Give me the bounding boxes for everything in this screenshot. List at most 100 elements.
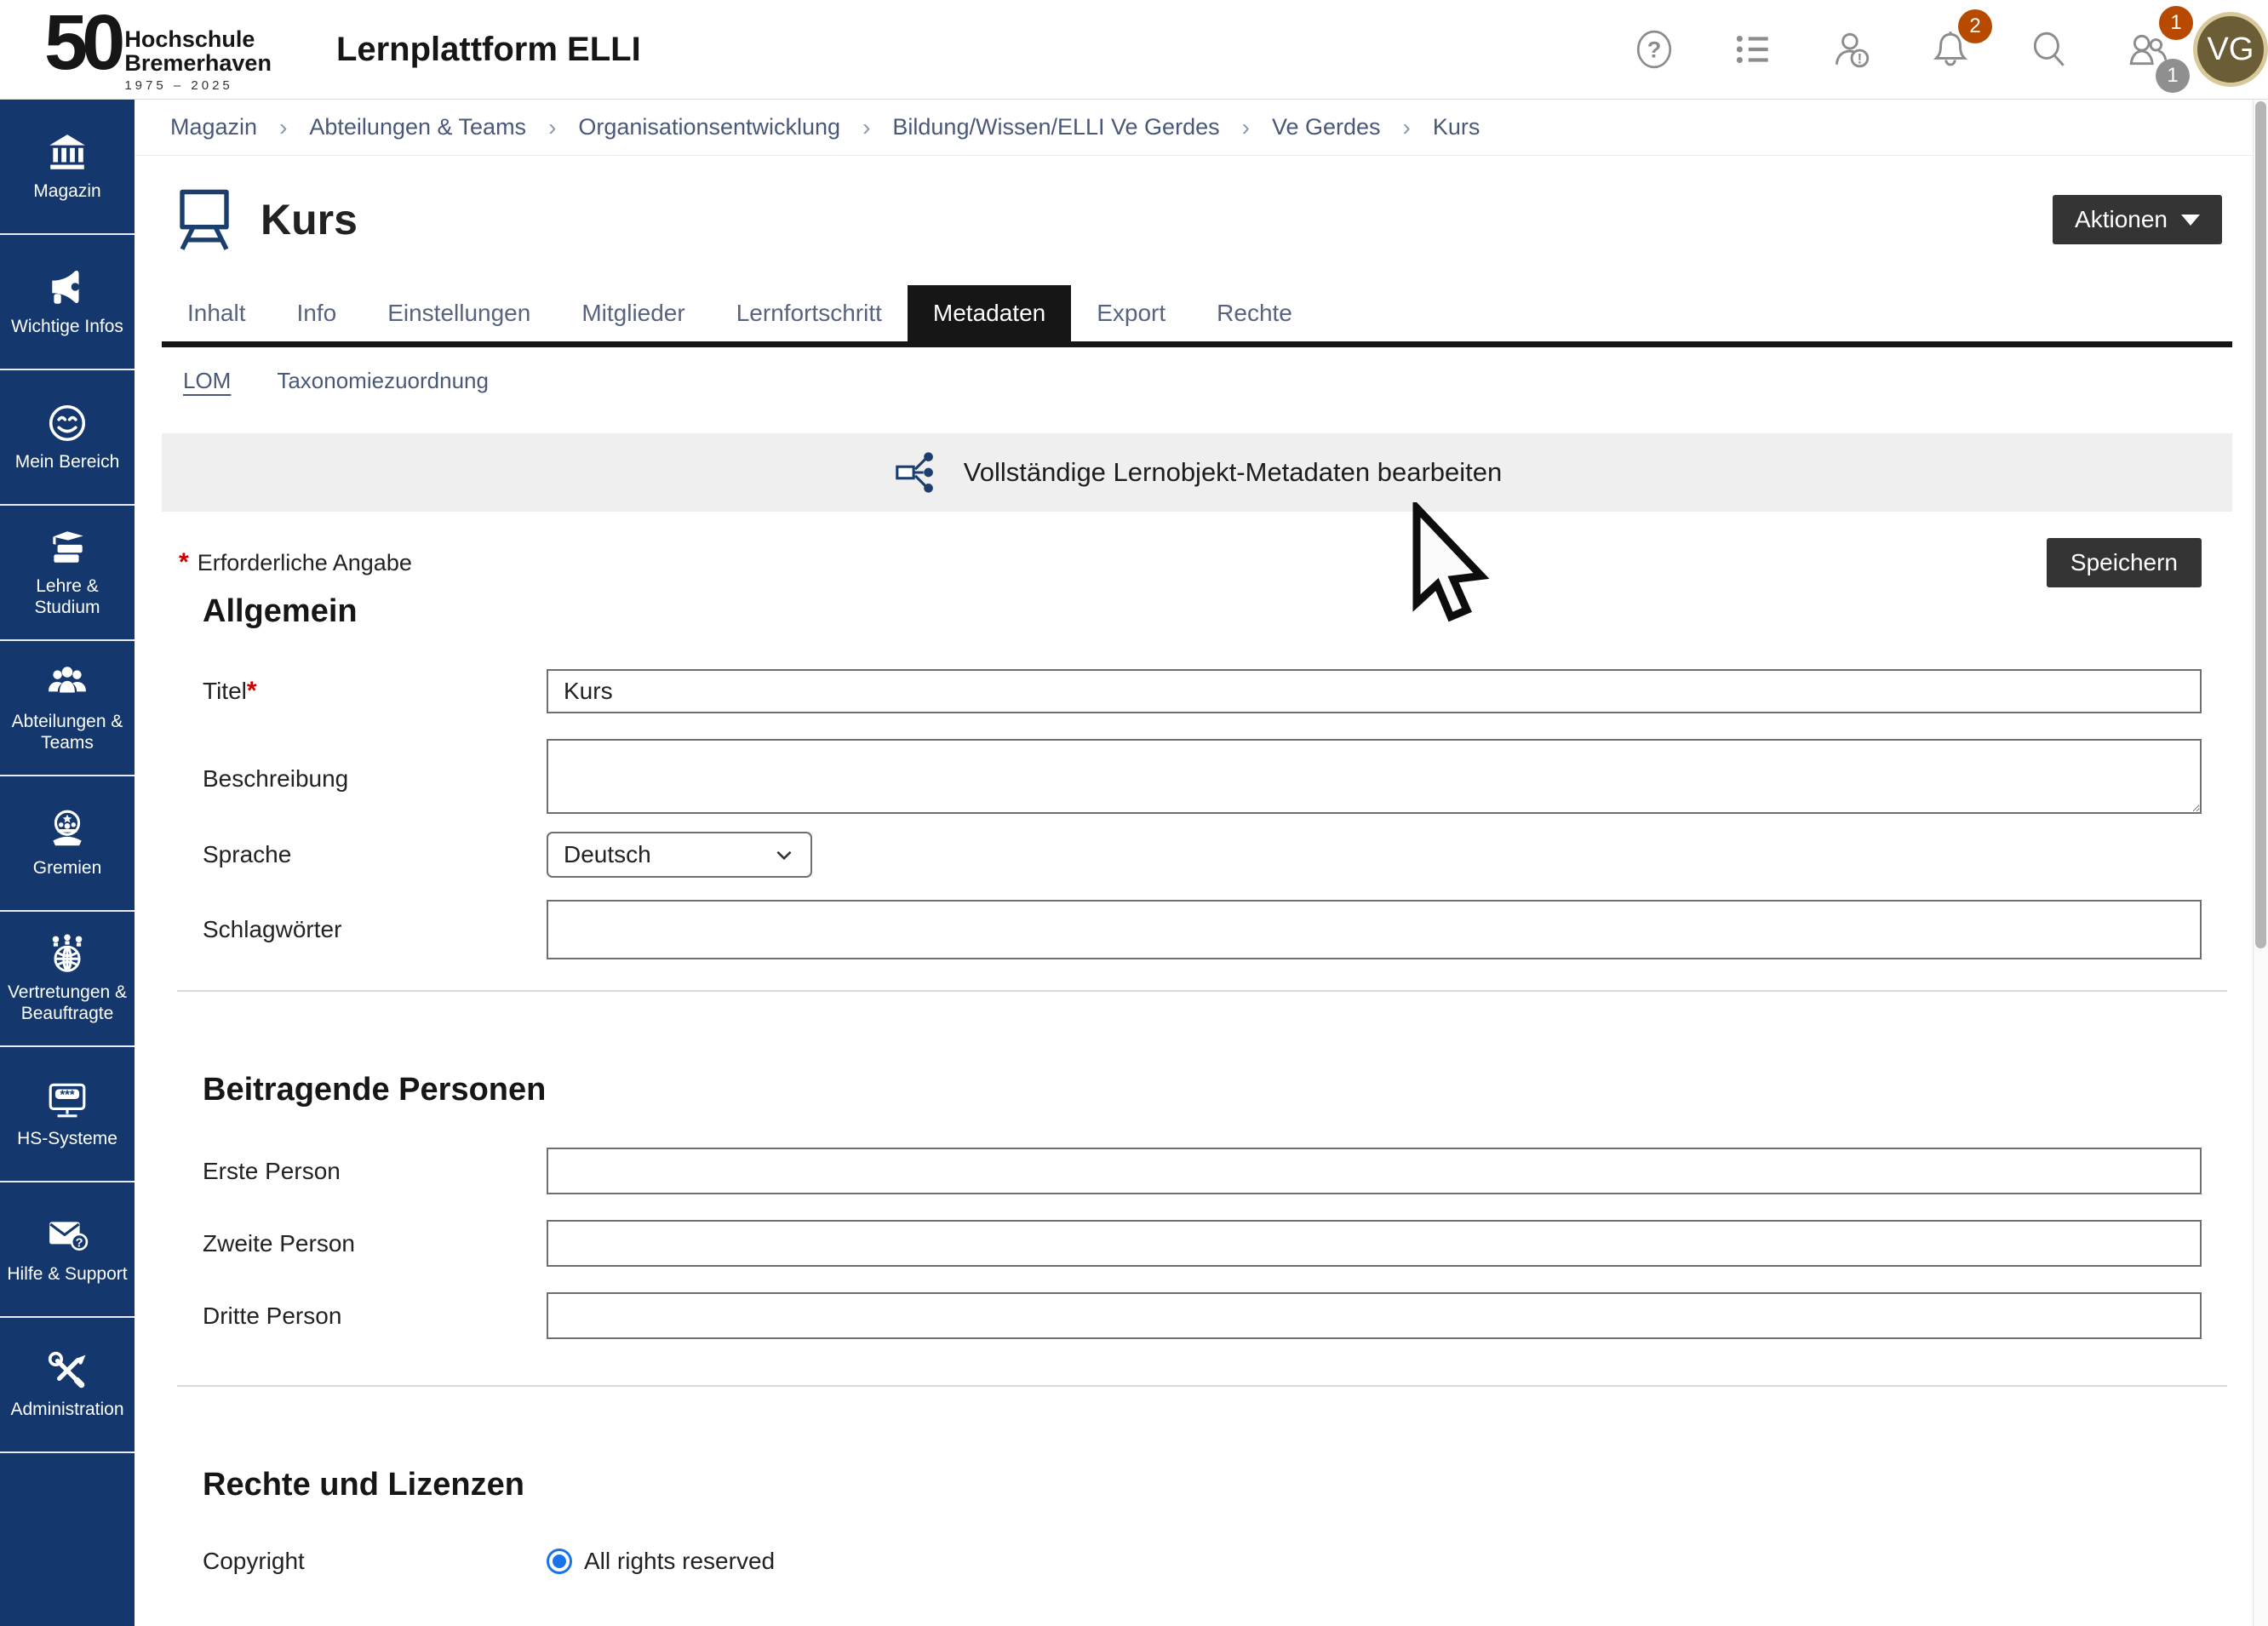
required-asterisk: *: [179, 548, 189, 577]
svg-text:***: ***: [60, 1088, 74, 1102]
user-avatar[interactable]: VG: [2193, 12, 2268, 87]
sidebar-item-mein-bereich[interactable]: Mein Bereich: [0, 370, 135, 506]
mail-help-icon: ?: [46, 1214, 89, 1257]
contacts-badge-bottom: 1: [2156, 59, 2190, 93]
sidebar-item-administration[interactable]: Administration: [0, 1318, 135, 1453]
sprache-select[interactable]: Deutsch: [547, 832, 812, 878]
erste-person-row: Erste Person: [203, 1148, 2202, 1194]
breadcrumb: Magazin › Abteilungen & Teams › Organisa…: [135, 100, 2253, 156]
sidebar: Magazin Wichtige Infos Mein Bereich Lehr…: [0, 100, 135, 1626]
tab-einstellungen[interactable]: Einstellungen: [362, 285, 556, 341]
search-icon[interactable]: [2028, 28, 2070, 71]
books-icon: [46, 526, 89, 569]
titel-row: Titel*: [203, 669, 2202, 713]
schlagwoerter-label: Schlagwörter: [203, 916, 547, 943]
caret-down-icon: [2181, 215, 2200, 226]
committee-icon: [46, 808, 89, 850]
sidebar-item-hilfe-support[interactable]: ? Hilfe & Support: [0, 1182, 135, 1318]
dritte-person-row: Dritte Person: [203, 1292, 2202, 1339]
sidebar-item-gremien[interactable]: Gremien: [0, 776, 135, 912]
titel-required-asterisk: *: [247, 677, 257, 705]
notifications-bell-icon[interactable]: 2: [1929, 28, 1972, 71]
zweite-person-row: Zweite Person: [203, 1220, 2202, 1267]
page-title: Kurs: [261, 195, 358, 244]
svg-text:!: !: [1858, 51, 1863, 67]
section-divider: [177, 990, 2227, 992]
tab-lernfortschritt[interactable]: Lernfortschritt: [711, 285, 908, 341]
list-menu-icon[interactable]: [1732, 28, 1774, 71]
section-heading-beitragende: Beitragende Personen: [203, 1072, 2202, 1108]
breadcrumb-ve-gerdes[interactable]: Ve Gerdes: [1272, 114, 1381, 140]
sidebar-item-vertretungen[interactable]: Vertretungen & Beauftragte: [0, 912, 135, 1047]
user-status-icon[interactable]: !: [1830, 28, 1873, 71]
contacts-badge-top: 1: [2159, 6, 2193, 40]
megaphone-icon: [46, 266, 89, 309]
section-divider: [177, 1385, 2227, 1387]
banner-label: Vollständige Lernobjekt-Metadaten bearbe…: [964, 457, 1503, 488]
required-note: Erforderliche Angabe: [198, 550, 412, 576]
sidebar-item-hs-systeme[interactable]: *** HS-Systeme: [0, 1047, 135, 1182]
help-icon[interactable]: ?: [1633, 28, 1675, 71]
notifications-badge: 2: [1958, 9, 1992, 43]
erste-person-input[interactable]: [547, 1148, 2202, 1194]
breadcrumb-organisationsentwicklung[interactable]: Organisationsentwicklung: [578, 114, 840, 140]
topbar-icon-group: ? ! 2: [1633, 28, 2169, 71]
sidebar-item-lehre-studium[interactable]: Lehre & Studium: [0, 506, 135, 641]
breadcrumb-separator: ›: [548, 114, 556, 141]
copyright-label: Copyright: [203, 1548, 547, 1575]
contacts-icon[interactable]: 1 1: [2127, 28, 2169, 71]
breadcrumb-kurs-current: Kurs: [1433, 114, 1480, 140]
logo-line2: Bremerhaven: [124, 52, 272, 76]
schlagwoerter-input[interactable]: [547, 900, 2202, 959]
sprache-label: Sprache: [203, 841, 547, 868]
sprache-selected-value: Deutsch: [564, 841, 651, 868]
main-content: Magazin › Abteilungen & Teams › Organisa…: [135, 100, 2253, 1626]
tab-inhalt[interactable]: Inhalt: [162, 285, 272, 341]
tab-export[interactable]: Export: [1071, 285, 1191, 341]
breadcrumb-abteilungen-teams[interactable]: Abteilungen & Teams: [309, 114, 526, 140]
dritte-person-input[interactable]: [547, 1292, 2202, 1339]
breadcrumb-separator: ›: [1403, 114, 1411, 141]
zweite-person-input[interactable]: [547, 1220, 2202, 1267]
subtab-lom-active[interactable]: LOM: [183, 368, 231, 394]
tab-mitglieder[interactable]: Mitglieder: [556, 285, 710, 341]
tools-icon: [46, 1349, 89, 1392]
sidebar-item-wichtige-infos[interactable]: Wichtige Infos: [0, 235, 135, 370]
dritte-person-label: Dritte Person: [203, 1303, 547, 1330]
copyright-radio-selected[interactable]: [547, 1549, 572, 1574]
logo-line1: Hochschule: [124, 28, 272, 52]
titel-input[interactable]: [547, 669, 2202, 713]
actions-button[interactable]: Aktionen: [2053, 195, 2222, 244]
vertical-scrollbar-thumb[interactable]: [2255, 101, 2266, 948]
edit-full-metadata-banner[interactable]: Vollständige Lernobjekt-Metadaten bearbe…: [162, 433, 2232, 512]
monitor-icon: ***: [46, 1079, 89, 1121]
page-header: Kurs Aktionen: [135, 156, 2253, 253]
sidebar-item-magazin[interactable]: Magazin: [0, 100, 135, 235]
course-easel-icon: [174, 186, 235, 253]
save-button[interactable]: Speichern: [2047, 538, 2202, 587]
copyright-radio-label: All rights reserved: [584, 1548, 775, 1575]
share-nodes-icon: [892, 448, 942, 497]
tab-metadaten-active[interactable]: Metadaten: [908, 285, 1071, 341]
schlagwoerter-row: Schlagwörter: [203, 900, 2202, 959]
svg-text:?: ?: [1647, 36, 1662, 62]
copyright-row: Copyright All rights reserved: [203, 1548, 2202, 1575]
tab-rechte[interactable]: Rechte: [1191, 285, 1318, 341]
sidebar-item-abteilungen-teams[interactable]: Abteilungen & Teams: [0, 641, 135, 776]
breadcrumb-bildung-wissen[interactable]: Bildung/Wissen/ELLI Ve Gerdes: [892, 114, 1219, 140]
titel-label: Titel*: [203, 677, 547, 706]
bank-icon: [46, 131, 89, 174]
subtab-taxonomiezuordnung[interactable]: Taxonomiezuordnung: [277, 368, 489, 394]
zweite-person-label: Zweite Person: [203, 1230, 547, 1257]
tab-bar: Inhalt Info Einstellungen Mitglieder Ler…: [162, 285, 2232, 347]
erste-person-label: Erste Person: [203, 1158, 547, 1185]
beschreibung-textarea[interactable]: [547, 739, 2202, 814]
svg-text:?: ?: [76, 1236, 83, 1250]
smiley-icon: [46, 402, 89, 444]
section-heading-rechte: Rechte und Lizenzen: [203, 1467, 2202, 1503]
sub-tab-bar: LOM Taxonomiezuordnung: [183, 368, 2253, 394]
university-logo[interactable]: 50 Hochschule Bremerhaven 1975 – 2025: [44, 6, 272, 92]
globe-people-icon: [46, 932, 89, 975]
tab-info[interactable]: Info: [272, 285, 363, 341]
breadcrumb-magazin[interactable]: Magazin: [170, 114, 257, 140]
